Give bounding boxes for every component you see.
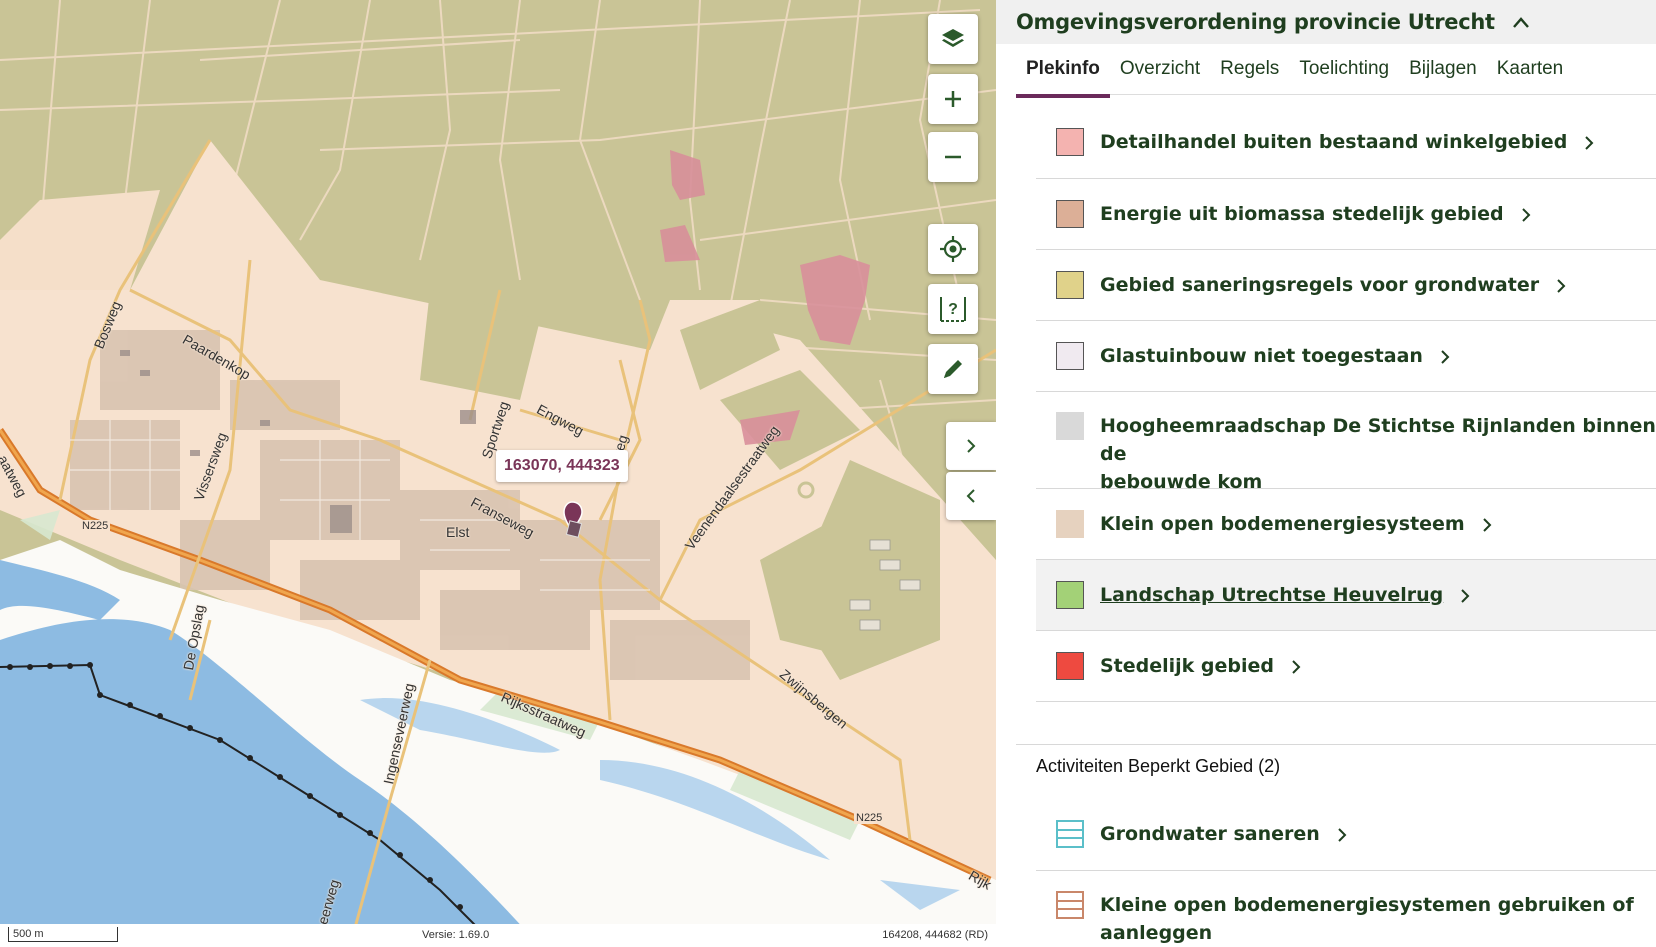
map-canvas[interactable]: Bosweg Paardenkop Vissersweg Sportweg En… bbox=[0, 0, 996, 946]
list-item-klein-open-bodemenergie[interactable]: Klein open bodemenergiesysteem bbox=[1036, 489, 1656, 560]
list-item-saneringsregels[interactable]: Gebied saneringsregels voor grondwater bbox=[1036, 250, 1656, 321]
chevron-right-icon bbox=[1585, 135, 1594, 150]
road-number-n225-left: N225 bbox=[80, 520, 111, 532]
collapse-panel-button[interactable] bbox=[946, 472, 996, 520]
chevron-right-icon bbox=[1338, 827, 1347, 842]
list-item-detailhandel[interactable]: Detailhandel buiten bestaand winkelgebie… bbox=[1036, 108, 1656, 179]
cursor-coordinates: 164208, 444682 (RD) bbox=[882, 929, 988, 941]
list-item-label: Grondwater saneren bbox=[1100, 823, 1320, 845]
tab-kaarten[interactable]: Kaarten bbox=[1487, 52, 1574, 94]
tab-overzicht[interactable]: Overzicht bbox=[1110, 52, 1210, 94]
zoom-out-button[interactable] bbox=[928, 132, 978, 182]
info-query-button[interactable]: ? bbox=[928, 284, 978, 334]
list-item-kleine-open-bodemenergie[interactable]: Kleine open bodemenergiesystemen gebruik… bbox=[1036, 871, 1656, 946]
list-item-label: Hoogheemraadschap De Stichtse Rijnlanden… bbox=[1100, 415, 1656, 465]
version-label: Versie: 1.69.0 bbox=[422, 929, 490, 941]
map-label-elst: Elst bbox=[446, 524, 470, 540]
locate-button[interactable] bbox=[928, 224, 978, 274]
svg-text:?: ? bbox=[948, 301, 958, 318]
list-item-label: Landschap Utrechtse Heuvelrug bbox=[1100, 584, 1444, 606]
zoom-in-button[interactable] bbox=[928, 74, 978, 124]
section-title-activiteiten: Activiteiten Beperkt Gebied (2) bbox=[1036, 756, 1281, 776]
color-swatch bbox=[1056, 510, 1084, 538]
map-status-bar: 500 m Versie: 1.69.0 164208, 444682 (RD) bbox=[0, 924, 996, 946]
hatch-swatch-icon bbox=[1056, 891, 1084, 919]
pencil-icon bbox=[944, 360, 962, 378]
color-swatch bbox=[1056, 652, 1084, 680]
panel-header[interactable]: Omgevingsverordening provincie Utrecht bbox=[996, 0, 1656, 44]
expand-panel-button[interactable] bbox=[946, 422, 996, 470]
hatch-swatch-icon bbox=[1056, 820, 1084, 848]
list-item-label: Klein open bodemenergiesysteem bbox=[1100, 513, 1465, 535]
list-item-energie-biomassa[interactable]: Energie uit biomassa stedelijk gebied bbox=[1036, 179, 1656, 250]
list-item-label-line2: aanleggen bbox=[1100, 922, 1213, 944]
color-swatch bbox=[1056, 342, 1084, 370]
color-swatch bbox=[1056, 581, 1084, 609]
scale-label: 500 m bbox=[13, 928, 44, 940]
color-swatch bbox=[1056, 200, 1084, 228]
chevron-up-icon[interactable] bbox=[1511, 15, 1531, 29]
list-item-stedelijk-gebied[interactable]: Stedelijk gebied bbox=[1036, 631, 1656, 702]
chevron-right-icon bbox=[1461, 588, 1470, 603]
coordinate-popup: 163070, 444323 bbox=[496, 450, 628, 482]
scale-bar: 500 m bbox=[8, 927, 118, 942]
list-item-label: Energie uit biomassa stedelijk gebied bbox=[1100, 203, 1504, 225]
crosshair-icon bbox=[940, 236, 966, 262]
list-item-grondwater-saneren[interactable]: Grondwater saneren bbox=[1036, 800, 1656, 871]
layers-icon bbox=[942, 29, 964, 47]
list-item-glastuinbouw[interactable]: Glastuinbouw niet toegestaan bbox=[1036, 321, 1656, 392]
road-number-n225-right: N225 bbox=[854, 812, 885, 824]
chevron-right-icon bbox=[1441, 349, 1450, 364]
chevron-left-icon bbox=[966, 489, 975, 503]
panel-title: Omgevingsverordening provincie Utrecht bbox=[1016, 10, 1495, 34]
color-swatch bbox=[1056, 412, 1084, 440]
list-item-label: Stedelijk gebied bbox=[1100, 655, 1275, 677]
tab-plekinfo[interactable]: Plekinfo bbox=[1016, 52, 1110, 98]
chevron-right-icon bbox=[1483, 517, 1492, 532]
tab-regels[interactable]: Regels bbox=[1210, 52, 1289, 94]
list-item-landschap-heuvelrug[interactable]: Landschap Utrechtse Heuvelrug bbox=[1036, 560, 1656, 631]
chevron-right-icon bbox=[1292, 659, 1301, 674]
info-query-icon: ? bbox=[940, 297, 966, 322]
list-item-label: Detailhandel buiten bestaand winkelgebie… bbox=[1100, 131, 1568, 153]
list-item-hoogheemraadschap[interactable]: Hoogheemraadschap De Stichtse Rijnlanden… bbox=[1036, 392, 1656, 493]
chevron-right-icon bbox=[967, 439, 976, 453]
color-swatch bbox=[1056, 128, 1084, 156]
layers-button[interactable] bbox=[928, 14, 978, 64]
list-item-label: Kleine open bodemenergiesystemen gebruik… bbox=[1100, 894, 1634, 916]
color-swatch bbox=[1056, 271, 1084, 299]
tab-toelichting[interactable]: Toelichting bbox=[1289, 52, 1399, 94]
plus-icon bbox=[945, 91, 961, 107]
section-divider bbox=[1016, 744, 1656, 745]
tab-bijlagen[interactable]: Bijlagen bbox=[1399, 52, 1487, 94]
minus-icon bbox=[945, 155, 961, 159]
list-item-label: Gebied saneringsregels voor grondwater bbox=[1100, 274, 1540, 296]
draw-button[interactable] bbox=[928, 344, 978, 394]
chevron-right-icon bbox=[1557, 278, 1566, 293]
panel-tabs: Plekinfo Overzicht Regels Toelichting Bi… bbox=[1016, 52, 1656, 98]
list-item-label: Glastuinbouw niet toegestaan bbox=[1100, 345, 1423, 367]
chevron-right-icon bbox=[1521, 207, 1531, 222]
